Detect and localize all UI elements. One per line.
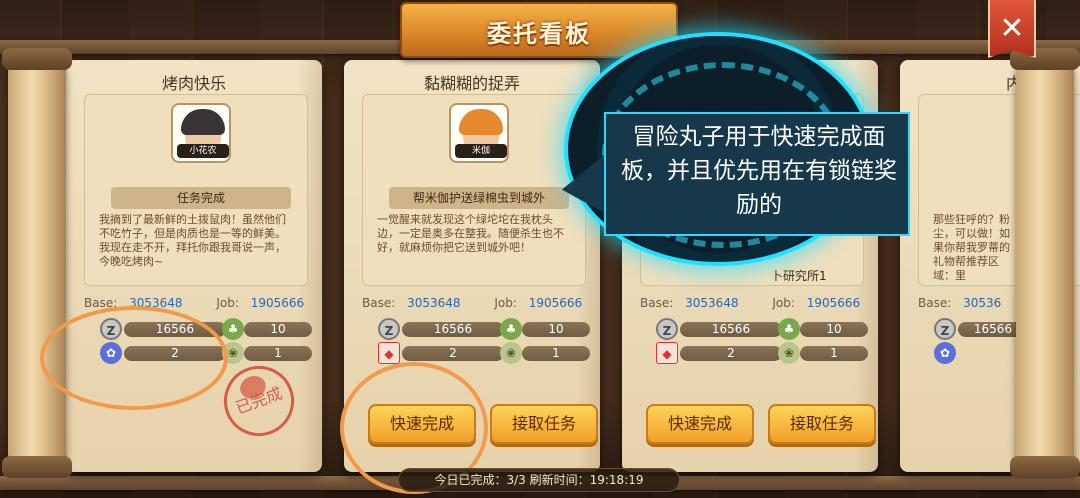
accept-quest-button[interactable]: 接取任务 (490, 404, 598, 444)
leaf-item-icon: ♣ (500, 318, 522, 340)
npc-hair-icon (181, 109, 225, 135)
leaf-item-icon: ♣ (222, 318, 244, 340)
reward-row-1: Z 16566 ♣ 10 (358, 318, 594, 340)
herb-item-icon: ❀ (500, 342, 522, 364)
npc-hair-icon (459, 109, 503, 135)
npc-name: 小花农 (177, 144, 229, 158)
quick-complete-button[interactable]: 快速完成 (646, 404, 754, 444)
quest-info-panel: 米伽 帮米伽护送绿棉虫到城外 一觉醒来就发现这个绿坨坨在我枕头边，一定是奥多在整… (362, 94, 586, 286)
job-label: Job: (216, 296, 239, 310)
zeny-coin-icon: Z (378, 318, 400, 340)
red-card-icon: ◆ (656, 342, 678, 364)
quest-subtitle: 帮米伽护送绿棉虫到城外 (389, 187, 569, 209)
zeny-amount: 16566 (402, 322, 504, 337)
base-value: 3053648 (685, 296, 739, 310)
card-title: 黏糊糊的捉弄 (423, 74, 520, 93)
quest-description: 一觉醒来就发现这个绿坨坨在我枕头边，一定是奥多在整我。随便杀生也不好，就麻烦你把… (377, 213, 564, 254)
npc-portrait: 小花农 (171, 103, 231, 163)
leaf-item-icon: ♣ (778, 318, 800, 340)
reward-b-amount: 1 (522, 346, 590, 361)
quest-description-fragment: 那些狂呼的？粉尘，可以做！如果你帮我罗蒂的礼物帮推荐区域：里 (933, 213, 1010, 282)
zeny-amount: 16566 (680, 322, 782, 337)
quest-subtitle-fragment: 卜研究所1 (771, 269, 827, 283)
blue-creature-icon: ✿ (934, 342, 956, 364)
zeny-coin-icon: Z (934, 318, 956, 340)
close-button[interactable]: ✕ (988, 0, 1036, 58)
base-value: 30536 (963, 296, 1002, 310)
title-banner: 委托看板 (400, 2, 678, 58)
red-card-icon: ◆ (378, 342, 400, 364)
exp-rewards: Base: 3053648 Job: 1905666 (362, 296, 586, 312)
card-title: 烤肉快乐 (161, 74, 226, 93)
npc-portrait: 米伽 (449, 103, 509, 163)
quest-info-panel: 小花农 任务完成 我摘到了最新鲜的土拨鼠肉！虽然他们不吃竹子，但是肉质也是一等的… (84, 94, 308, 286)
right-scroll-rod (1010, 48, 1080, 478)
tooltip-text: 冒险丸子用于快速完成面板，并且优先用在有锁链奖励的 (621, 124, 897, 218)
base-label: Base: (918, 296, 952, 310)
base-value: 3053648 (407, 296, 461, 310)
reward-a-amount: 2 (402, 346, 504, 361)
quest-description: 我摘到了最新鲜的土拨鼠肉！虽然他们不吃竹子，但是肉质也是一等的鲜美。我现在走不开… (99, 213, 286, 268)
zeny-coin-icon: Z (656, 318, 678, 340)
reward-b-amount: 1 (800, 346, 868, 361)
base-label: Base: (640, 296, 674, 310)
highlight-circle-reward (40, 306, 228, 410)
job-value: 1905666 (806, 296, 861, 310)
reward-row-1: Z 16566 ♣ 10 (636, 318, 872, 340)
quest-card-1[interactable]: 烤肉快乐 小花农 任务完成 我摘到了最新鲜的土拨鼠肉！虽然他们不吃竹子，但是肉质… (66, 60, 322, 472)
reward-b-amount: 1 (244, 346, 312, 361)
job-label: Job: (494, 296, 517, 310)
job-label: Job: (772, 296, 795, 310)
job-value: 1905666 (528, 296, 583, 310)
reward-a-amount: 2 (680, 346, 782, 361)
quest-subtitle: 任务完成 (111, 187, 291, 209)
left-scroll-rod (2, 48, 72, 478)
completed-stamp: 已完成 (214, 356, 304, 446)
npc-name: 米伽 (455, 144, 507, 158)
item-amount: 10 (800, 322, 868, 337)
page-title: 委托看板 (487, 20, 591, 48)
reward-row-2: ◆ 2 ❀ 1 (358, 342, 594, 364)
accept-quest-button[interactable]: 接取任务 (768, 404, 876, 444)
herb-item-icon: ❀ (778, 342, 800, 364)
daily-progress-bar: 今日已完成：3/3 刷新时间：19:18:19 (398, 468, 680, 492)
item-amount: 10 (522, 322, 590, 337)
base-label: Base: (362, 296, 396, 310)
reward-row-2: ◆ 2 ❀ 1 (636, 342, 872, 364)
job-value: 1905666 (250, 296, 305, 310)
item-amount: 10 (244, 322, 312, 337)
exp-rewards: Base: 3053648 Job: 1905666 (640, 296, 864, 312)
